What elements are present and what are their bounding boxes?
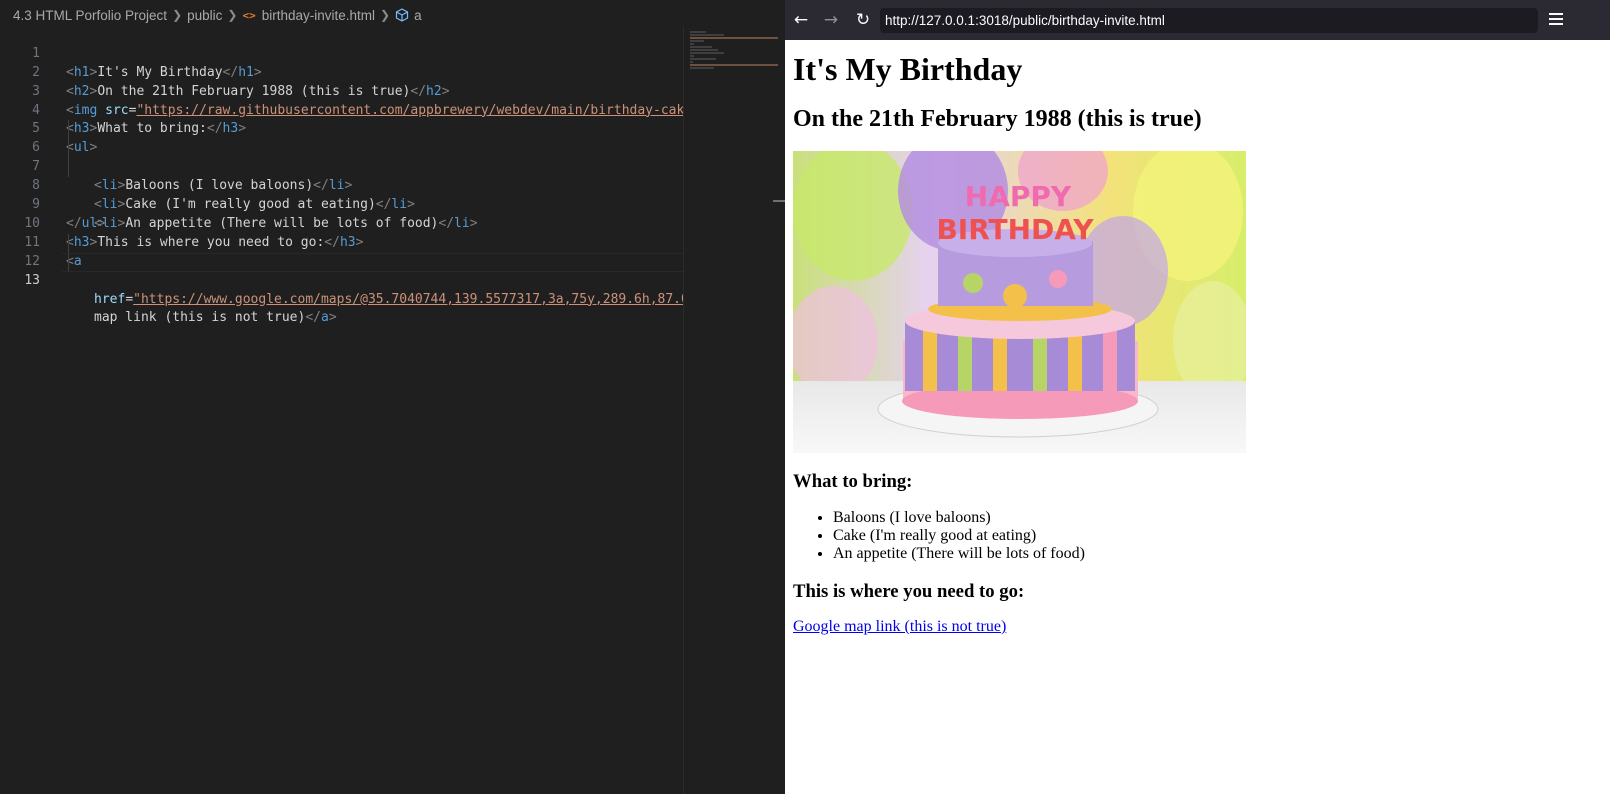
- bring-list: Baloons (I love baloons) Cake (I'm reall…: [793, 509, 1603, 563]
- code-area[interactable]: 1 <h1>It's My Birthday</h1> 2 <h2>On the…: [0, 26, 700, 786]
- code-line[interactable]: 8 <li>An appetite (There will be lots of…: [0, 158, 700, 231]
- code-line[interactable]: 5 <ul>: [0, 102, 700, 155]
- line-content[interactable]: map link (this is not true)</a>: [94, 309, 337, 328]
- page-heading-h1: It's My Birthday: [793, 51, 1023, 87]
- line-number: 13: [24, 272, 40, 288]
- hamburger-menu-icon[interactable]: [1549, 10, 1563, 30]
- minimap[interactable]: [683, 26, 784, 794]
- line-content[interactable]: href="https://www.google.com/maps/@35.70…: [94, 291, 700, 310]
- code-line[interactable]: 6 <li>Baloons (I love baloons)</li>: [0, 120, 700, 193]
- indent-guide: [68, 139, 69, 159]
- code-editor[interactable]: 4.3 HTML Porfolio Project ❯ public ❯ <> …: [0, 0, 785, 794]
- browser-toolbar: ← → ↻ http://127.0.0.1:3018/public/birth…: [785, 0, 1610, 40]
- forward-icon[interactable]: →: [819, 8, 843, 32]
- back-icon[interactable]: ←: [789, 8, 813, 32]
- map-link[interactable]: Google map link (this is not true): [793, 618, 1006, 636]
- chevron-right-icon: ❯: [227, 8, 238, 22]
- page-heading-go: This is where you need to go:: [793, 581, 1025, 602]
- breadcrumb-symbol[interactable]: a: [414, 8, 422, 23]
- code-line[interactable]: 3 <img src="https://raw.githubuserconten…: [0, 64, 700, 118]
- rendered-page: It's My Birthday On the 21th February 19…: [793, 40, 1603, 636]
- browser-window: ← → ↻ http://127.0.0.1:3018/public/birth…: [785, 0, 1610, 794]
- indent-guide: [68, 252, 69, 272]
- code-line[interactable]: 2 <h2>On the 21th February 1988 (this is…: [0, 45, 700, 99]
- code-line[interactable]: 7 <li>Cake (I'm really good at eating)</…: [0, 139, 700, 212]
- chevron-right-icon: ❯: [380, 8, 391, 22]
- indent-guide: [68, 233, 69, 253]
- code-line-current[interactable]: 13 map link (this is not true)</a>: [0, 252, 700, 325]
- list-item: An appetite (There will be lots of food): [833, 545, 1603, 563]
- svg-text:HAPPY: HAPPY: [965, 180, 1072, 213]
- breadcrumb-file[interactable]: birthday-invite.html: [262, 8, 375, 23]
- page-heading-h2: On the 21th February 1988 (this is true): [793, 106, 1202, 132]
- cube-symbol-icon: [395, 8, 409, 22]
- code-line[interactable]: 4 <h3>What to bring:</h3>: [0, 83, 700, 137]
- list-item: Cake (I'm really good at eating): [833, 527, 1603, 545]
- chevron-right-icon: ❯: [172, 8, 183, 22]
- code-line[interactable]: 12 href="https://www.google.com/maps/@35…: [0, 233, 700, 307]
- url-bar[interactable]: http://127.0.0.1:3018/public/birthday-in…: [880, 8, 1538, 33]
- html-file-icon: <>: [242, 8, 256, 22]
- svg-text:BIRTHDAY: BIRTHDAY: [936, 213, 1094, 246]
- breadcrumb-project[interactable]: 4.3 HTML Porfolio Project: [13, 8, 167, 23]
- indent-guide: [68, 120, 69, 140]
- code-line[interactable]: 9 </ul>: [0, 177, 700, 231]
- page-heading-bring: What to bring:: [793, 471, 913, 492]
- code-line[interactable]: 1 <h1>It's My Birthday</h1>: [0, 26, 700, 80]
- scrollbar-marker[interactable]: [773, 200, 785, 202]
- birthday-cake-image: HAPPY BIRTHDAY: [793, 151, 1246, 453]
- reload-icon[interactable]: ↻: [851, 8, 875, 32]
- indent-guide: [68, 158, 69, 178]
- code-line[interactable]: 11 <a: [0, 215, 700, 269]
- breadcrumb-folder[interactable]: public: [187, 8, 222, 23]
- list-item: Baloons (I love baloons): [833, 509, 1603, 527]
- code-line[interactable]: 10 <h3>This is where you need to go:</h3…: [0, 196, 700, 250]
